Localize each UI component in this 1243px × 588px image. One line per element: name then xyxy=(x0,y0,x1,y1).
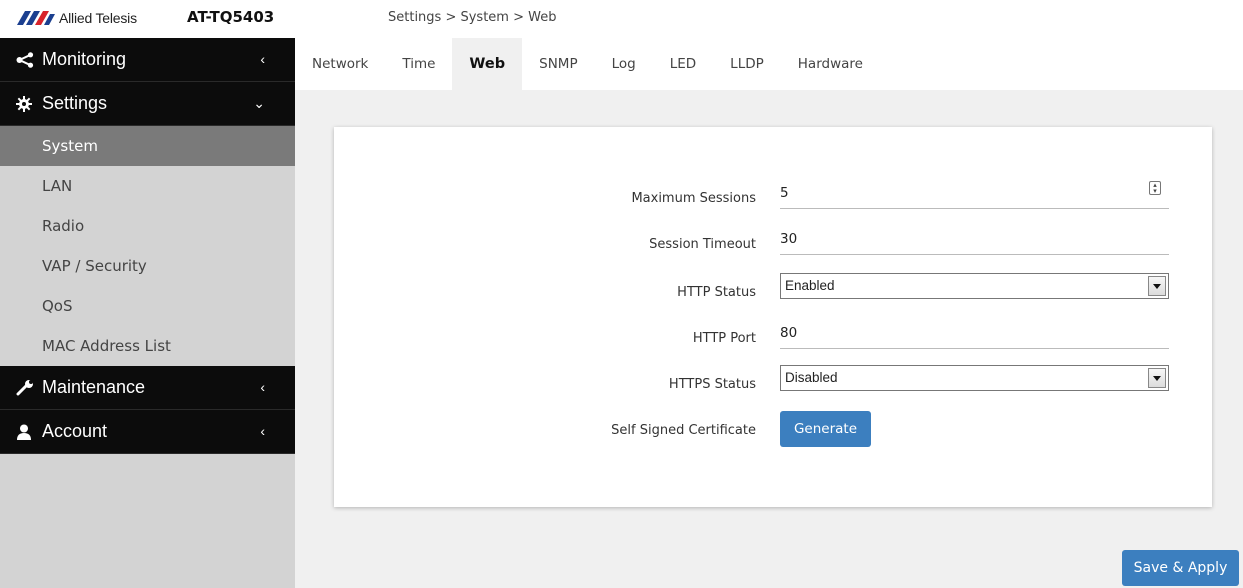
sidebar: Monitoring ‹ Settings ⌄ System LAN Radio… xyxy=(0,38,295,588)
chevron-left-icon: ‹ xyxy=(260,51,265,67)
https-status-value: Disabled xyxy=(785,370,838,385)
device-model: AT-TQ5403 xyxy=(187,8,275,26)
http-port-input[interactable]: 80 xyxy=(780,319,1169,349)
sidebar-label-maintenance: Maintenance xyxy=(42,377,146,397)
chevron-down-icon: ⌄ xyxy=(253,95,265,111)
sidebar-item-monitoring[interactable]: Monitoring ‹ xyxy=(0,38,295,82)
web-settings-card: Maximum Sessions 5 ▴ ▾ Session Timeout 30… xyxy=(334,127,1212,507)
https-status-label: HTTPS Status xyxy=(668,377,756,392)
tab-led[interactable]: LED xyxy=(653,38,713,90)
gear-icon xyxy=(16,95,38,112)
session-timeout-row: Session Timeout 30 xyxy=(334,225,1212,265)
tab-hardware[interactable]: Hardware xyxy=(781,38,880,90)
sidebar-item-qos[interactable]: QoS xyxy=(0,286,295,326)
save-apply-button[interactable]: Save & Apply xyxy=(1122,550,1239,586)
max-sessions-label: Maximum Sessions xyxy=(631,191,756,206)
max-sessions-value: 5 xyxy=(780,185,789,201)
certificate-row: Self Signed Certificate xyxy=(334,419,1212,459)
sidebar-item-lan[interactable]: LAN xyxy=(0,166,295,206)
wrench-icon xyxy=(16,379,38,396)
https-status-row: HTTPS Status Disabled xyxy=(334,365,1212,405)
sidebar-label-settings: Settings xyxy=(42,93,108,113)
allied-telesis-logo-icon xyxy=(17,11,55,25)
https-status-select[interactable]: Disabled xyxy=(780,365,1169,391)
breadcrumb: Settings > System > Web xyxy=(388,10,557,25)
http-port-row: HTTP Port 80 xyxy=(334,319,1212,359)
sidebar-item-account[interactable]: Account ‹ xyxy=(0,410,295,454)
sidebar-item-settings[interactable]: Settings ⌄ xyxy=(0,82,295,126)
http-port-value: 80 xyxy=(780,325,798,341)
tab-snmp[interactable]: SNMP xyxy=(522,38,594,90)
tab-network[interactable]: Network xyxy=(295,38,385,90)
tab-web[interactable]: Web xyxy=(452,38,523,90)
sidebar-label-account: Account xyxy=(42,421,108,441)
sidebar-item-mac-address-list[interactable]: MAC Address List xyxy=(0,326,295,366)
chevron-left-icon: ‹ xyxy=(260,423,265,439)
sidebar-item-maintenance[interactable]: Maintenance ‹ xyxy=(0,366,295,410)
top-header: Allied Telesis AT-TQ5403 Settings > Syst… xyxy=(0,0,1243,38)
max-sessions-row: Maximum Sessions 5 ▴ ▾ xyxy=(334,179,1212,219)
share-icon xyxy=(16,51,38,68)
tab-time[interactable]: Time xyxy=(385,38,452,90)
sidebar-item-system[interactable]: System xyxy=(0,126,295,166)
brand-logo: Allied Telesis xyxy=(17,8,137,28)
tab-bar: Network Time Web SNMP Log LED LLDP Hardw… xyxy=(295,38,1243,90)
max-sessions-input[interactable]: 5 ▴ ▾ xyxy=(780,179,1169,209)
chevron-left-icon: ‹ xyxy=(260,379,265,395)
session-timeout-label: Session Timeout xyxy=(649,237,756,252)
spinner-icon[interactable]: ▴ ▾ xyxy=(1149,181,1161,195)
session-timeout-input[interactable]: 30 xyxy=(780,225,1169,255)
http-port-label: HTTP Port xyxy=(692,331,756,346)
dropdown-arrow-icon[interactable] xyxy=(1148,276,1166,296)
user-icon xyxy=(16,424,38,440)
http-status-label: HTTP Status xyxy=(677,285,756,300)
dropdown-arrow-icon[interactable] xyxy=(1148,368,1166,388)
brand-name: Allied Telesis xyxy=(59,10,137,26)
session-timeout-value: 30 xyxy=(780,231,798,247)
sidebar-label-monitoring: Monitoring xyxy=(42,49,127,69)
certificate-label: Self Signed Certificate xyxy=(611,423,756,438)
http-status-select[interactable]: Enabled xyxy=(780,273,1169,299)
tab-log[interactable]: Log xyxy=(595,38,653,90)
sidebar-item-vap-security[interactable]: VAP / Security xyxy=(0,246,295,286)
tab-lldp[interactable]: LLDP xyxy=(713,38,781,90)
http-status-value: Enabled xyxy=(785,278,835,293)
http-status-row: HTTP Status Enabled xyxy=(334,273,1212,313)
sidebar-item-radio[interactable]: Radio xyxy=(0,206,295,246)
generate-button[interactable]: Generate xyxy=(780,411,871,447)
